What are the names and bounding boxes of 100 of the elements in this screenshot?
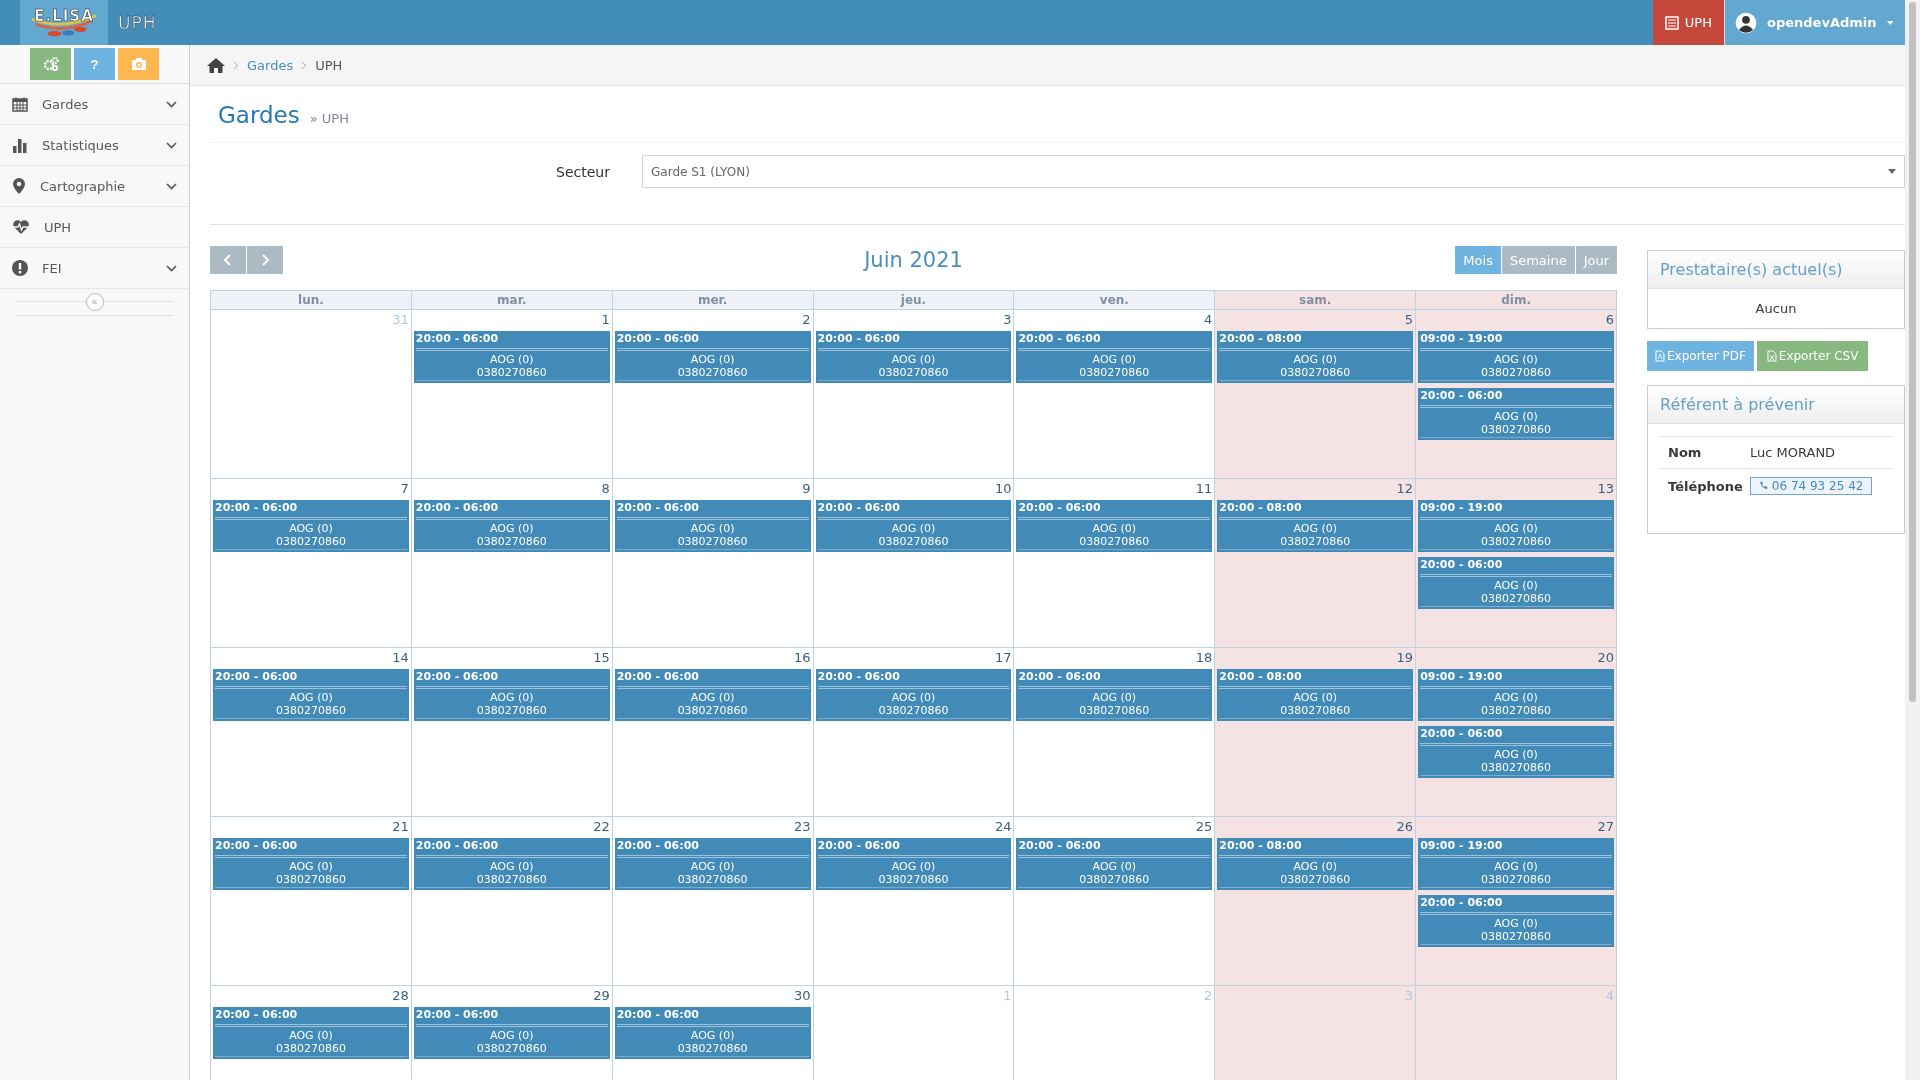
day-number: 9 — [802, 481, 811, 496]
event-phone: 0380270860 — [1420, 761, 1612, 776]
weekday-header: lun. — [211, 290, 412, 310]
shift-event[interactable]: 20:00 - 06:00 AOG (0) 0380270860 — [1016, 500, 1213, 552]
shift-event[interactable]: 20:00 - 06:00 AOG (0) 0380270860 — [1418, 726, 1614, 778]
shift-event[interactable]: 20:00 - 06:00 AOG (0) 0380270860 — [1418, 895, 1614, 947]
event-phone: 0380270860 — [1219, 535, 1412, 550]
logo[interactable]: E.LISA — [20, 0, 108, 45]
export-button[interactable]: Exporter CSV — [1756, 341, 1869, 371]
shift-event[interactable]: 20:00 - 06:00 AOG (0) 0380270860 — [1418, 557, 1614, 609]
shift-event[interactable]: 20:00 - 08:00 AOG (0) 0380270860 — [1217, 669, 1414, 721]
shift-event[interactable]: 09:00 - 19:00 AOG (0) 0380270860 — [1418, 500, 1614, 552]
shift-event[interactable]: 20:00 - 06:00 AOG (0) 0380270860 — [815, 331, 1012, 383]
event-time: 20:00 - 06:00 — [616, 1008, 809, 1027]
sidebar-item[interactable]: Cartographie — [0, 166, 189, 207]
shift-event[interactable]: 20:00 - 06:00 AOG (0) 0380270860 — [614, 1007, 811, 1059]
event-time: 20:00 - 06:00 — [817, 670, 1010, 689]
day-number: 16 — [794, 650, 811, 665]
event-time: 20:00 - 06:00 — [817, 501, 1010, 520]
day-number: 1 — [601, 312, 610, 327]
shortcut-button[interactable] — [30, 48, 71, 80]
shift-event[interactable]: 20:00 - 06:00 AOG (0) 0380270860 — [1016, 669, 1213, 721]
event-phone: 0380270860 — [817, 366, 1010, 381]
shift-event[interactable]: 09:00 - 19:00 AOG (0) 0380270860 — [1418, 838, 1614, 890]
user-menu[interactable]: opendevAdmin — [1725, 0, 1905, 45]
view-tab[interactable]: Jour — [1575, 246, 1617, 274]
shift-event[interactable]: 09:00 - 19:00 AOG (0) 0380270860 — [1418, 669, 1614, 721]
phone-link[interactable]: 06 74 93 25 42 — [1750, 477, 1873, 495]
shift-event[interactable]: 09:00 - 19:00 AOG (0) 0380270860 — [1418, 331, 1614, 383]
shift-event[interactable]: 20:00 - 06:00 AOG (0) 0380270860 — [1016, 331, 1213, 383]
day-number: 5 — [1404, 312, 1414, 327]
shift-event[interactable]: 20:00 - 06:00 AOG (0) 0380270860 — [815, 669, 1012, 721]
day-number: 22 — [593, 819, 610, 834]
sidebar-item[interactable]: Gardes — [0, 84, 189, 125]
breadcrumb-link[interactable]: Gardes — [247, 57, 294, 73]
day-number: 6 — [1605, 312, 1614, 327]
shift-event[interactable]: 20:00 - 06:00 AOG (0) 0380270860 — [614, 669, 811, 721]
shift-event[interactable]: 20:00 - 08:00 AOG (0) 0380270860 — [1217, 838, 1414, 890]
camera-icon — [130, 57, 147, 71]
view-tab[interactable]: Semaine — [1501, 246, 1575, 274]
sidebar-item[interactable]: UPH — [0, 207, 189, 248]
event-time: 20:00 - 06:00 — [1420, 896, 1612, 915]
event-phone: 0380270860 — [817, 535, 1010, 550]
day-number: 23 — [794, 819, 811, 834]
shift-event[interactable]: 20:00 - 06:00 AOG (0) 0380270860 — [413, 1007, 610, 1059]
day-number: 3 — [1404, 988, 1414, 1003]
providers-value: Aucun — [1755, 301, 1797, 316]
next-button[interactable] — [247, 246, 283, 274]
shift-event[interactable]: 20:00 - 06:00 AOG (0) 0380270860 — [413, 331, 610, 383]
shift-event[interactable]: 20:00 - 06:00 AOG (0) 0380270860 — [815, 500, 1012, 552]
shift-event[interactable]: 20:00 - 06:00 AOG (0) 0380270860 — [413, 500, 610, 552]
shift-event[interactable]: 20:00 - 06:00 AOG (0) 0380270860 — [213, 838, 409, 890]
day-number: 4 — [1204, 312, 1213, 327]
sector-select[interactable]: Garde S1 (LYON) — [642, 155, 1905, 188]
day-number: 31 — [392, 312, 409, 327]
day-number: 11 — [1195, 481, 1213, 496]
caret-icon — [1886, 19, 1893, 26]
sidebar-item[interactable]: Statistiques — [0, 125, 189, 166]
weekday-header: ven. — [1014, 290, 1216, 310]
event-phone: 0380270860 — [1420, 423, 1612, 438]
shift-event[interactable]: 20:00 - 08:00 AOG (0) 0380270860 — [1217, 500, 1414, 552]
shift-event[interactable]: 20:00 - 06:00 AOG (0) 0380270860 — [614, 331, 811, 383]
shift-event[interactable]: 20:00 - 06:00 AOG (0) 0380270860 — [815, 838, 1012, 890]
shift-event[interactable]: 20:00 - 06:00 AOG (0) 0380270860 — [614, 500, 811, 552]
event-phone: 0380270860 — [415, 366, 608, 381]
home-icon[interactable] — [207, 57, 225, 73]
event-title: AOG (0) — [288, 691, 334, 704]
shift-event[interactable]: 20:00 - 06:00 AOG (0) 0380270860 — [213, 669, 409, 721]
event-time: 20:00 - 06:00 — [817, 839, 1010, 858]
view-tab[interactable]: Mois — [1455, 246, 1501, 274]
day-number: 18 — [1195, 650, 1213, 665]
list-icon — [1664, 15, 1679, 30]
event-time: 20:00 - 06:00 — [415, 839, 608, 858]
shortcut-button[interactable] — [118, 48, 159, 80]
shift-event[interactable]: 20:00 - 06:00 AOG (0) 0380270860 — [213, 500, 409, 552]
event-title: AOG (0) — [1493, 917, 1539, 930]
weekday-header: jeu. — [813, 290, 1015, 310]
event-time: 20:00 - 08:00 — [1219, 501, 1412, 520]
export-button[interactable]: Exporter PDF — [1647, 341, 1754, 371]
event-title: AOG (0) — [689, 353, 736, 366]
scrollbar[interactable] — [1905, 0, 1920, 1080]
event-phone: 0380270860 — [215, 1042, 407, 1057]
event-title: AOG (0) — [288, 522, 334, 535]
shift-event[interactable]: 20:00 - 06:00 AOG (0) 0380270860 — [413, 838, 610, 890]
shift-event[interactable]: 20:00 - 06:00 AOG (0) 0380270860 — [213, 1007, 409, 1059]
shift-event[interactable]: 20:00 - 06:00 AOG (0) 0380270860 — [614, 838, 811, 890]
shift-event[interactable]: 20:00 - 06:00 AOG (0) 0380270860 — [413, 669, 610, 721]
shortcut-button[interactable]: ? — [74, 48, 115, 80]
logo-text: E.LISA — [34, 6, 94, 25]
day-number: 12 — [1396, 481, 1414, 496]
shift-event[interactable]: 20:00 - 08:00 AOG (0) 0380270860 — [1217, 331, 1414, 383]
sector-label: Secteur — [555, 163, 611, 180]
event-title: AOG (0) — [689, 522, 736, 535]
shift-event[interactable]: 20:00 - 06:00 AOG (0) 0380270860 — [1418, 388, 1614, 440]
previous-button[interactable] — [210, 246, 246, 274]
module-button[interactable]: UPH — [1652, 0, 1725, 45]
collapse-button[interactable]: « — [85, 293, 104, 311]
event-phone: 0380270860 — [817, 873, 1010, 888]
event-time: 20:00 - 08:00 — [1219, 332, 1412, 351]
shift-event[interactable]: 20:00 - 06:00 AOG (0) 0380270860 — [1016, 838, 1213, 890]
